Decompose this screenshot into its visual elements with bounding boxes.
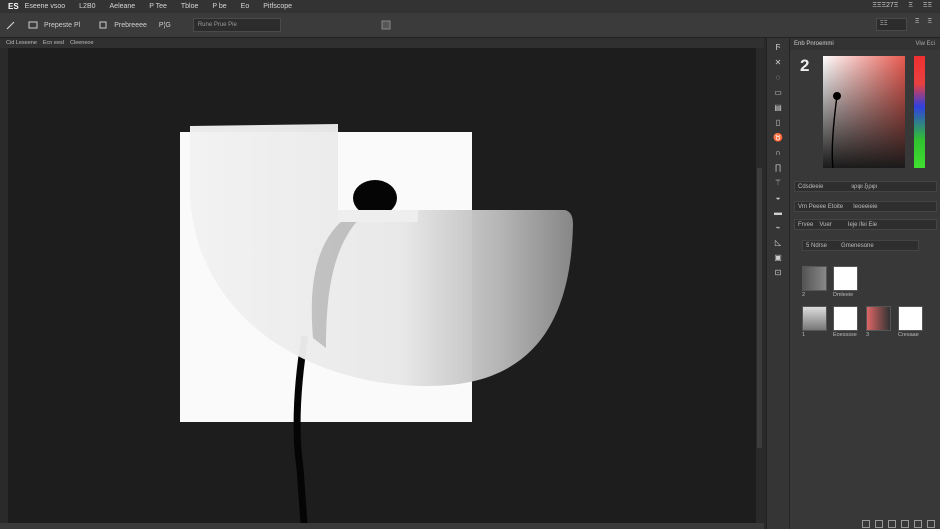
panel-header: Enb Pnroemmi Viw Eci [790,38,940,50]
tool-strip: Ϝ ✕ ◌ ▭ ▤ ▯ ♉ ∩ ∏ ⚚ ◒ ▬ ⌁ ◺ ▣ ⊡ [766,38,789,529]
row2-label: Vrn Peeee Etoite [798,204,844,210]
layer-tool-icon[interactable]: ▤ [772,103,784,113]
menu-item-6[interactable]: P be [212,3,226,10]
hand-tool-icon[interactable]: ▣ [772,253,784,263]
menubar-right-2[interactable]: Ξ [908,2,913,9]
gradient-tool-icon[interactable]: ◒ [772,193,784,203]
scroll-thumb[interactable] [757,168,762,448]
curve-tool-icon[interactable]: ∩ [772,148,784,158]
swatch-label-1: 2 [802,292,806,298]
swatch-label-4: Eoesssse [833,332,857,338]
footer-icon-1[interactable] [862,520,870,528]
footer-icon-3[interactable] [888,520,896,528]
options-right-box[interactable]: ΞΞ [875,18,907,31]
footer-icon-4[interactable] [901,520,909,528]
eraser-tool-icon[interactable]: ▬ [772,208,784,218]
footer-icon-2[interactable] [875,520,883,528]
doc-tab-3[interactable]: Cleeneoe [70,40,94,46]
option-preset[interactable]: Prepeste Pl [44,22,80,29]
swatch-1[interactable] [802,266,827,291]
status-bar [0,523,764,529]
row1-value: ιιρφι ξιρφι [851,184,877,190]
smudge-tool-icon[interactable]: ⌁ [772,223,784,233]
options-right-2[interactable]: Ξ [915,18,920,31]
brush-tool-icon[interactable] [6,20,16,30]
option-protection[interactable]: Prebreeee [114,22,147,29]
pen-tool-icon[interactable]: ◺ [772,238,784,248]
document-tab-bar: Cid Leseene Ecn eesl Cleeneoe [0,38,764,48]
swatch-6[interactable] [898,306,923,331]
toggle-icon[interactable] [381,20,391,30]
layer-header-row[interactable]: 5 Ndrse Gmenesone [802,240,919,251]
menu-item-5[interactable]: Tbloe [181,3,199,10]
menu-item-4[interactable]: P Tee [149,3,167,10]
panel-footer [790,519,940,529]
row3-value: Ieje ifei Eie [847,222,878,228]
stem-line [293,335,309,524]
option-text-field[interactable]: Rune Prue Pie [192,18,281,32]
layer-label: Ndrse [811,243,828,249]
swatch-label-2: Dmleeie [833,292,854,298]
color-picker-field[interactable] [823,56,905,169]
color-layers-panel: Enb Pnroemmi Viw Eci 2 Cdsdeeie ιιρφι ξιρ… [789,38,940,529]
row2-value: Ieoeeieie [853,204,878,210]
options-bar: Prepeste Pl Prebreeee P¦G Rune Prue Pie … [0,13,940,38]
artwork [180,124,573,524]
panel-title[interactable]: Enb Pnroemmi [794,41,834,47]
layer-num: 5 [806,243,810,249]
menubar-right-3[interactable]: ΞΞ [923,2,932,9]
document-canvas[interactable] [8,48,756,524]
menu-item-2[interactable]: L2B0 [79,3,95,10]
wand-tool-icon[interactable]: ⚚ [772,178,784,188]
menu-bar: ES Eseene vsoo L2B0 Aeleane P Tee Tbloe … [0,0,940,13]
menu-item-3[interactable]: Aeleane [110,3,136,10]
swatch-4[interactable] [833,306,858,331]
option-pg[interactable]: P¦G [159,22,171,29]
type-tool-icon[interactable]: Ϝ [772,43,784,53]
footer-icon-6[interactable] [927,520,935,528]
vertical-scrollbar[interactable] [756,48,764,524]
swatch-label-5: 3 [866,332,870,338]
row3-tab-1[interactable]: Frvee [798,222,813,228]
menu-item-7[interactable]: Eo [241,3,250,10]
arch-tool-icon[interactable]: ∏ [772,163,784,173]
swatch-3[interactable] [802,306,827,331]
color-index: 2 [800,56,810,75]
picker-marker [831,92,841,169]
preset-picker-icon[interactable] [28,20,38,30]
square-icon[interactable] [98,20,108,30]
dot-cut [338,210,418,222]
hue-slider[interactable] [914,56,925,168]
swatch-5[interactable] [866,306,891,331]
swatch-label-6: Cresaae [898,332,919,338]
menu-item-1[interactable]: Eseene vsoo [25,3,65,10]
panel-header-right[interactable]: Viw Eci [915,41,935,47]
doc-tab-2[interactable]: Ecn eesl [43,40,64,46]
options-right-3[interactable]: Ξ [927,18,932,31]
footer-icon-5[interactable] [914,520,922,528]
crop-tool-icon[interactable]: ✕ [772,58,784,68]
stamp-tool-icon[interactable]: ♉ [772,133,784,143]
select-tool-icon[interactable]: ▯ [772,118,784,128]
lasso-tool-icon[interactable]: ◌ [772,73,784,83]
layer-value: Gmenesone [841,243,874,249]
panel-row-3[interactable]: Frvee Vuer Ieje ifei Eie [794,219,937,230]
doc-tab-1[interactable]: Cid Leseene [6,40,37,46]
frame-tool-icon[interactable]: ▭ [772,88,784,98]
row3-tab-2[interactable]: Vuer [819,222,831,228]
row1-label: Cdsdeeie [798,184,824,190]
menubar-right-1[interactable]: ΞΞΞ27Ξ [872,2,898,9]
panel-row-2[interactable]: Vrn Peeee Etoite Ieoeeieie [794,201,937,212]
zoom-tool-icon[interactable]: ⊡ [772,268,784,278]
swatch-label-3: 1 [802,332,806,338]
swatch-2[interactable] [833,266,858,291]
menu-item-8[interactable]: Pitfscope [263,3,292,10]
app-logo: ES [8,2,19,11]
panel-row-1[interactable]: Cdsdeeie ιιρφι ξιρφι [794,181,937,192]
